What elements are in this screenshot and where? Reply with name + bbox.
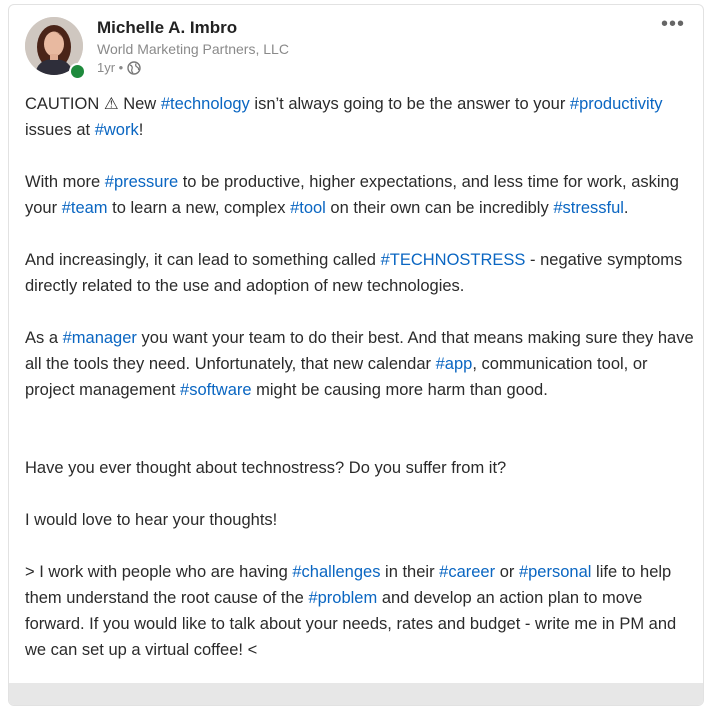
card-bottom-edge: [9, 683, 703, 705]
post-paragraph: > I work with people who are having #cha…: [25, 559, 695, 663]
post-header: Michelle A. Imbro World Marketing Partne…: [25, 14, 685, 85]
author-company: World Marketing Partners, LLC: [97, 41, 289, 57]
hashtag-link[interactable]: #challenges: [292, 563, 380, 581]
post-body: CAUTION ⚠ New #technology isn’t always g…: [25, 91, 695, 689]
hashtag-link[interactable]: #tool: [290, 199, 326, 217]
post-text: on their own can be incredibly: [325, 199, 554, 217]
post-age: 1yr •: [97, 60, 124, 75]
hashtag-link[interactable]: #productivity: [570, 95, 663, 113]
post-card: Michelle A. Imbro World Marketing Partne…: [8, 4, 704, 706]
online-status-dot: [69, 63, 86, 80]
post-text: Have you ever thought about technostress…: [25, 459, 507, 477]
post-text: to learn a new, complex: [107, 199, 291, 217]
hashtag-link[interactable]: #stressful: [553, 199, 624, 217]
post-text: > I work with people who are having: [25, 563, 293, 581]
post-text: or: [495, 563, 519, 581]
hashtag-link[interactable]: #software: [180, 381, 252, 399]
post-paragraph: I would love to hear your thoughts!: [25, 507, 695, 533]
post-paragraph: Have you ever thought about technostress…: [25, 455, 695, 481]
post-meta: 1yr •: [97, 59, 289, 77]
author-name[interactable]: Michelle A. Imbro: [97, 17, 289, 39]
post-text: I would love to hear your thoughts!: [25, 511, 278, 529]
hashtag-link[interactable]: #career: [439, 563, 495, 581]
post-text: issues at: [25, 121, 95, 139]
hashtag-link[interactable]: #problem: [308, 589, 377, 607]
post-text: might be causing more harm than good.: [251, 381, 548, 399]
post-paragraph: And increasingly, it can lead to somethi…: [25, 247, 695, 299]
post-text: CAUTION ⚠ New: [25, 95, 161, 113]
post-text: .: [623, 199, 629, 217]
author-block: Michelle A. Imbro World Marketing Partne…: [97, 17, 289, 77]
post-text: As a: [25, 329, 63, 347]
post-paragraph: With more #pressure to be productive, hi…: [25, 169, 695, 221]
post-text: in their: [380, 563, 440, 581]
hashtag-link[interactable]: #technology: [161, 95, 250, 113]
post-paragraph: As a #manager you want your team to do t…: [25, 325, 695, 403]
post-text: With more: [25, 173, 105, 191]
hashtag-link[interactable]: #work: [95, 121, 139, 139]
hashtag-link[interactable]: #team: [62, 199, 108, 217]
hashtag-link[interactable]: #manager: [63, 329, 137, 347]
hashtag-link[interactable]: #personal: [519, 563, 591, 581]
post-text: isn’t always going to be the answer to y…: [249, 95, 570, 113]
more-options-button[interactable]: •••: [661, 14, 685, 34]
post-text: !: [138, 121, 144, 139]
hashtag-link[interactable]: #TECHNOSTRESS: [381, 251, 526, 269]
hashtag-link[interactable]: #pressure: [105, 173, 178, 191]
globe-icon: [127, 61, 141, 75]
post-text: And increasingly, it can lead to somethi…: [25, 251, 381, 269]
hashtag-link[interactable]: #app: [436, 355, 473, 373]
post-paragraph: CAUTION ⚠ New #technology isn’t always g…: [25, 91, 695, 143]
